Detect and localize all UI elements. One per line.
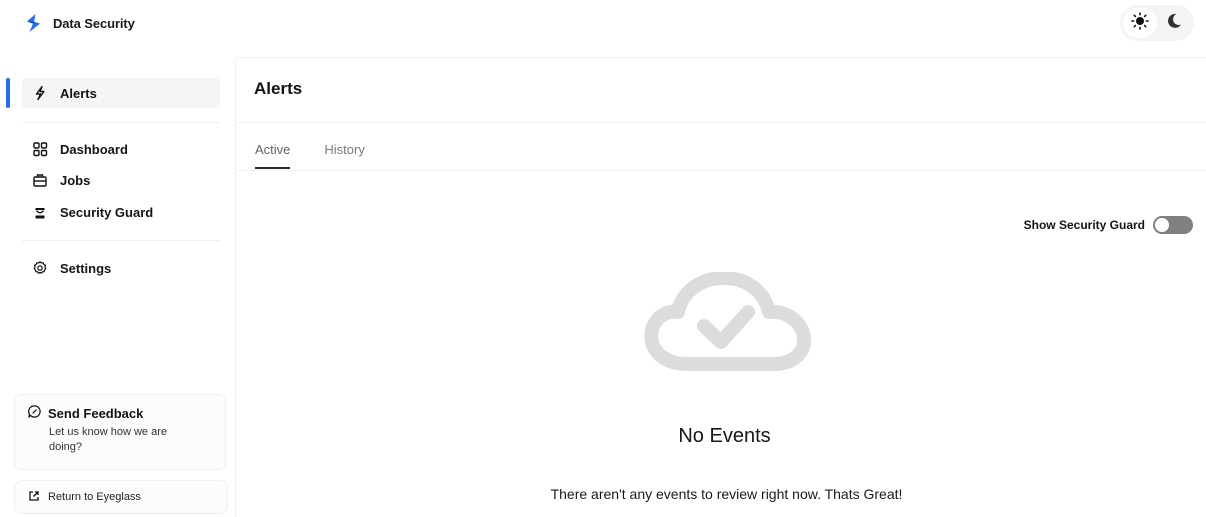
show-security-guard-toggle[interactable] [1153, 216, 1193, 234]
light-mode-button[interactable] [1123, 8, 1157, 38]
empty-state-message: There aren't any events to review right … [550, 486, 903, 502]
sidebar-item-security-guard[interactable]: Security Guard [22, 197, 220, 227]
empty-state-title: No Events [678, 425, 771, 447]
grid-icon [32, 141, 48, 157]
active-nav-indicator [6, 78, 10, 108]
external-link-icon [28, 490, 40, 505]
tabs-divider [237, 170, 1206, 171]
sun-icon [1131, 11, 1149, 35]
theme-switch [1120, 5, 1194, 41]
chat-icon [27, 404, 42, 422]
return-to-eyeglass-link[interactable]: Return to Eyeglass [14, 480, 228, 514]
gear-icon [32, 260, 48, 276]
main-content: Alerts Active History Show Security Guar… [237, 58, 1206, 517]
feedback-title: Send Feedback [48, 405, 144, 421]
feedback-subtitle: Let us know how we are doing? [49, 426, 168, 453]
sidebar-item-label: Jobs [60, 172, 91, 188]
toggle-label: Show Security Guard [1023, 218, 1145, 232]
brand-logo-icon [24, 13, 44, 33]
dark-mode-button[interactable] [1157, 8, 1191, 38]
top-bar: Data Security [0, 0, 1206, 46]
tab-bar: Active History [255, 142, 365, 169]
sidebar-item-jobs[interactable]: Jobs [22, 165, 220, 195]
guard-icon [32, 204, 48, 220]
page-title: Alerts [254, 79, 303, 98]
briefcase-icon [32, 172, 48, 188]
brand[interactable]: Data Security [24, 13, 135, 33]
sidebar-item-label: Dashboard [60, 141, 128, 157]
tab-active[interactable]: Active [255, 142, 291, 169]
tab-history[interactable]: History [324, 142, 364, 169]
send-feedback-card[interactable]: Send Feedback Let us know how we are doi… [14, 394, 226, 470]
sidebar-divider [22, 122, 220, 123]
moon-icon [1165, 12, 1183, 35]
cloud-check-icon [638, 271, 813, 372]
sidebar-item-dashboard[interactable]: Dashboard [22, 134, 220, 164]
show-security-guard-control: Show Security Guard [1024, 216, 1193, 234]
app-root: Data Security Alerts Dashboard Jobs Secu… [0, 0, 1206, 517]
sidebar-divider [22, 240, 220, 241]
sidebar-item-label: Settings [60, 260, 112, 276]
lightning-icon [32, 85, 48, 101]
sidebar-item-label: Security Guard [60, 204, 154, 220]
feedback-title-row: Send Feedback [27, 404, 213, 422]
toggle-knob [1155, 218, 1169, 232]
sidebar-item-label: Alerts [60, 85, 97, 101]
title-divider [237, 122, 1206, 123]
brand-name: Data Security [53, 15, 135, 31]
return-link-label: Return to Eyeglass [48, 491, 141, 503]
sidebar-item-settings[interactable]: Settings [22, 253, 220, 283]
sidebar-item-alerts[interactable]: Alerts [22, 78, 220, 108]
